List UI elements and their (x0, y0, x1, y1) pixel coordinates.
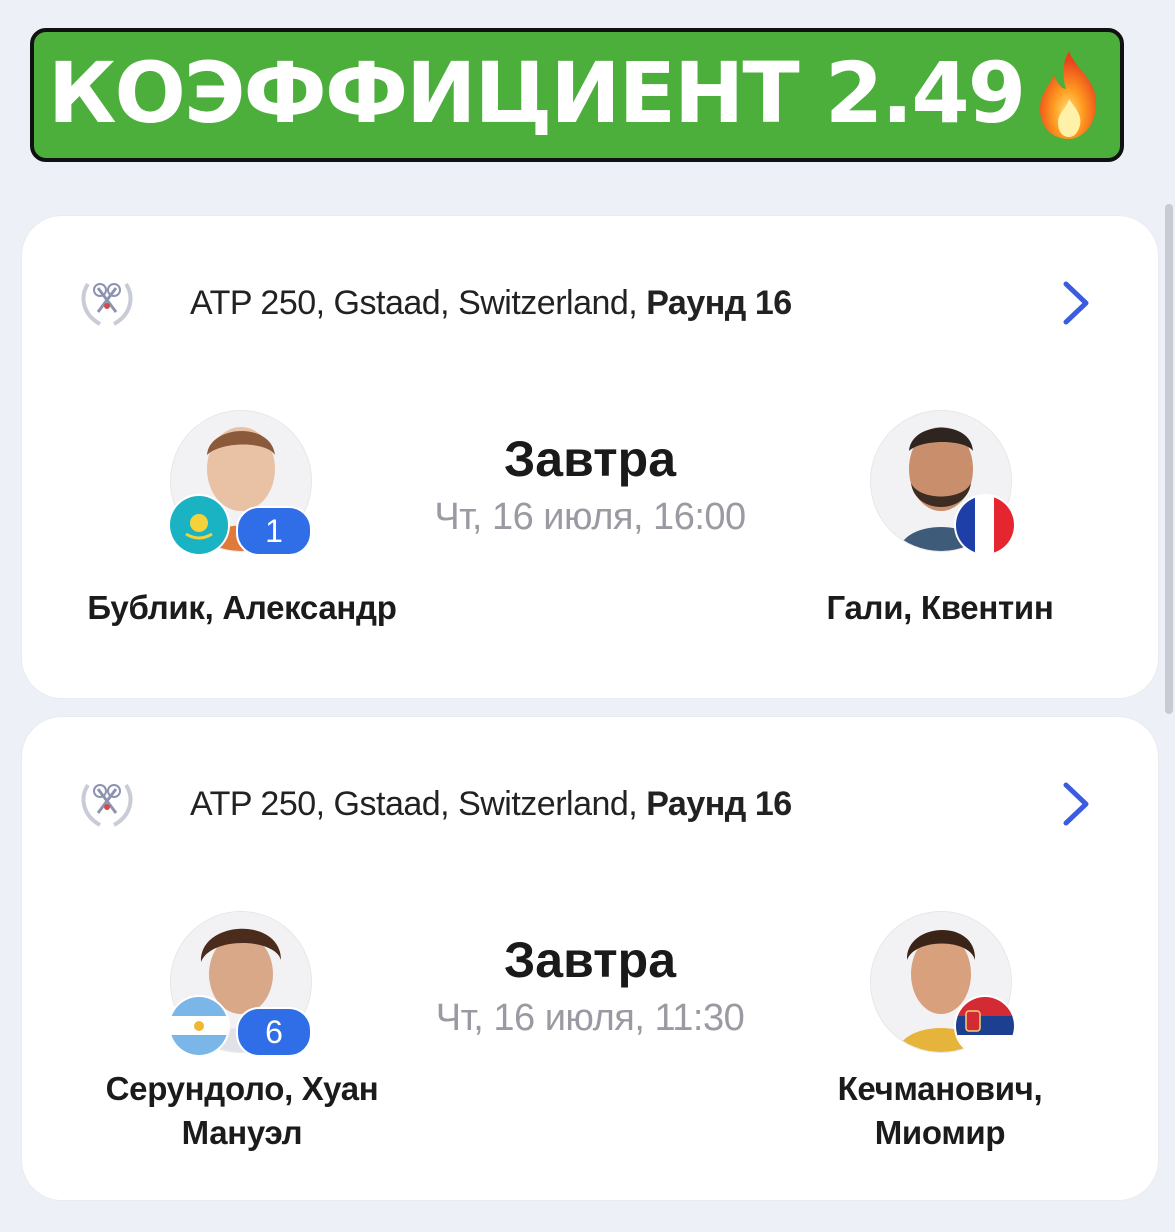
player-name-line: Мануэл (181, 1114, 303, 1151)
serbia-flag-icon (954, 995, 1016, 1057)
tennis-laurel-icon (81, 783, 133, 827)
tournament-header[interactable]: ATP 250, Gstaad, Switzerland, Раунд 16 (22, 272, 1158, 332)
tournament-round: Раунд 16 (646, 785, 792, 823)
tournament-round: Раунд 16 (646, 284, 792, 322)
tournament-name: ATP 250, Gstaad, Switzerland, (190, 284, 647, 322)
player-name[interactable]: Бублик, Александр (42, 586, 442, 630)
tournament-name: ATP 250, Gstaad, Switzerland, (190, 785, 647, 823)
match-card[interactable]: ATP 250, Gstaad, Switzerland, Раунд 16 6… (22, 717, 1158, 1200)
match-card[interactable]: ATP 250, Gstaad, Switzerland, Раунд 16 1… (22, 216, 1158, 698)
banner-title: КОЭФФИЦИЕНТ 2.49 (47, 44, 1026, 142)
france-flag-icon (954, 494, 1016, 556)
scrollbar[interactable] (1165, 204, 1173, 714)
chevron-right-icon[interactable] (1056, 779, 1096, 829)
promo-banner: КОЭФФИЦИЕНТ 2.49 (30, 28, 1124, 162)
tournament-label: ATP 250, Gstaad, Switzerland, Раунд 16 (190, 785, 792, 824)
tennis-laurel-icon (81, 282, 133, 326)
chevron-right-icon[interactable] (1056, 278, 1096, 328)
player-name[interactable]: Гали, Квентин (740, 586, 1140, 630)
tournament-header[interactable]: ATP 250, Gstaad, Switzerland, Раунд 16 (22, 773, 1158, 833)
player-name-line: Серундоло, Хуан (105, 1070, 379, 1107)
player-name-line: Кечманович, (837, 1070, 1043, 1107)
player-name-line: Миомир (874, 1114, 1006, 1151)
fire-icon (1040, 51, 1097, 139)
tournament-label: ATP 250, Gstaad, Switzerland, Раунд 16 (190, 284, 792, 323)
player-name[interactable]: Серундоло, Хуан Мануэл (42, 1067, 442, 1155)
player-name[interactable]: Кечманович, Миомир (740, 1067, 1140, 1155)
